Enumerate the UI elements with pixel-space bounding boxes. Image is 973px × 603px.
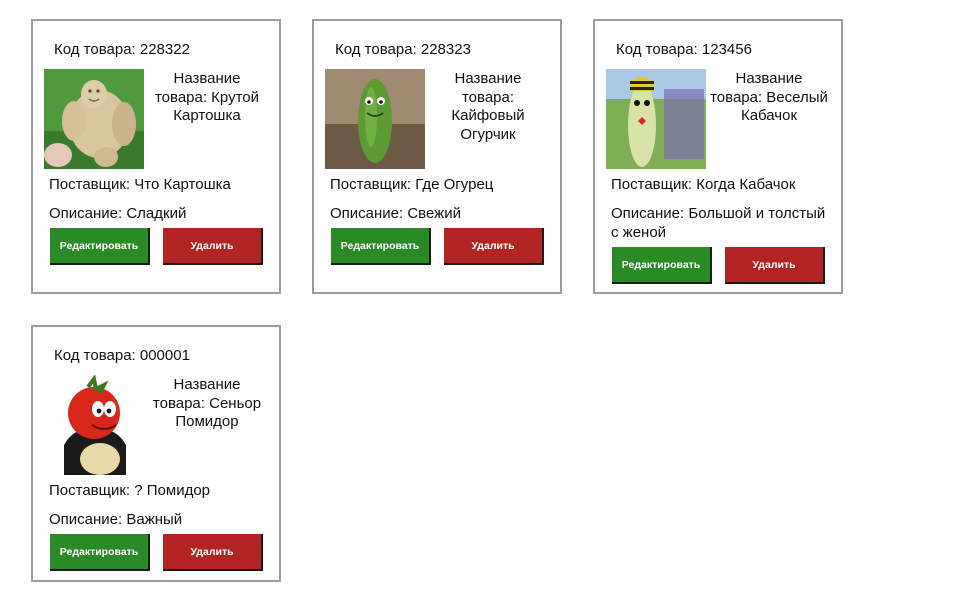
product-code: Код товара: 000001	[54, 347, 190, 364]
product-card: Код товара: 000001 Название товара: Сень…	[31, 325, 281, 582]
product-code: Код товара: 123456	[616, 41, 752, 58]
product-name: Название товара: Веселый Кабачок	[710, 70, 828, 124]
zucchini-figure-image	[606, 69, 706, 169]
edit-button[interactable]: Редактировать	[50, 534, 150, 571]
product-supplier: Поставщик: ? Помидор	[49, 482, 211, 499]
product-code: Код товара: 228323	[335, 41, 471, 58]
product-card: Код товара: 123456 Название товара: Весе…	[593, 19, 843, 294]
product-name: Название товара: Крутой Картошка	[154, 70, 260, 124]
product-code: Код товара: 228322	[54, 41, 190, 58]
delete-button[interactable]: Удалить	[725, 247, 825, 284]
product-supplier: Поставщик: Когда Кабачок	[611, 176, 796, 193]
potato-figure-image	[44, 69, 144, 169]
product-name: Название товара: Сеньор Помидор	[152, 376, 262, 430]
product-name: Название товара: Кайфовый Огурчик	[451, 70, 525, 143]
product-supplier: Поставщик: Где Огурец	[330, 176, 494, 193]
edit-button[interactable]: Редактировать	[612, 247, 712, 284]
delete-button[interactable]: Удалить	[163, 534, 263, 571]
edit-button[interactable]: Редактировать	[50, 228, 150, 265]
product-supplier: Поставщик: Что Картошка	[49, 176, 231, 193]
tomato-cartoon-image	[44, 375, 144, 475]
cucumber-figure-image	[325, 69, 425, 169]
product-description: Описание: Большой и толстый с женой	[611, 205, 826, 241]
product-description: Описание: Свежий	[330, 205, 461, 222]
delete-button[interactable]: Удалить	[163, 228, 263, 265]
product-description: Описание: Сладкий	[49, 205, 187, 222]
product-card: Код товара: 228322 Название товара: Крут…	[31, 19, 281, 294]
edit-button[interactable]: Редактировать	[331, 228, 431, 265]
product-card: Код товара: 228323 Название товара: Кайф…	[312, 19, 562, 294]
product-description: Описание: Важный	[49, 511, 183, 528]
delete-button[interactable]: Удалить	[444, 228, 544, 265]
